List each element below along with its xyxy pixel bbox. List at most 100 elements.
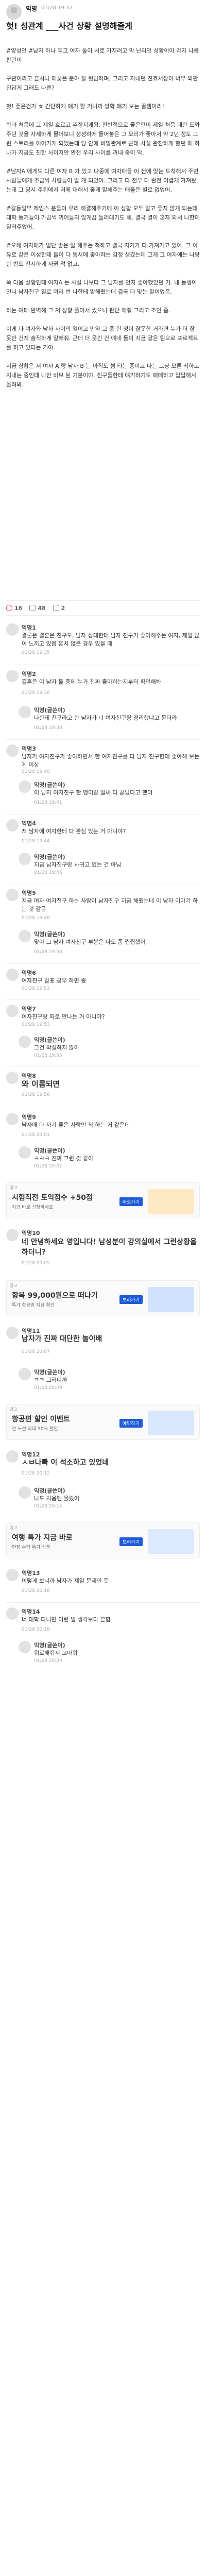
ad-banner[interactable]: 광고 시험직전 토익점수 +50점 지금 바로 신청하세요 바로가기 [6,1182,200,1218]
comment-text: 이 남자 여자친구 한 명이랑 벌써 다 끝났다고 했어 [34,789,153,796]
ad-banner[interactable]: 광고 항복 99,000원으로 떠나기 특가 항공권 지금 확인 보러가기 [6,1280,200,1316]
comment-time: 01/28 19:48 [22,916,50,921]
comment[interactable]: 익명13 이렇게 보니까 남자가 제일 문제인 듯 01/28 20:16 [6,1569,200,1597]
comment-time: 01/28 19:52 [22,986,50,991]
ad-button[interactable]: 보러가기 [119,1537,143,1546]
comment[interactable]: 익명10 네 안녕하세요 영입니다! 남성분이 강의실에서 그런상황을 하더니?… [6,1229,200,1270]
ad-title: 시험직전 토익점수 +50점 [12,1194,93,1202]
comment-button[interactable]: 48 [29,604,46,612]
comment-reply[interactable]: 익명(글쓴이) 나한테 친구라고 한 남자가 너 여자친구랑 정리했냐고 묻더라… [19,706,200,734]
comment-avatar [19,853,31,865]
post-body: #양성인 #남자 하나 두고 여자 둘이 서로 가지려고 막 난리인 상황이야 … [6,46,200,399]
comment-text: 나도 처음엔 몰랐어 [34,1495,79,1502]
post-time: 01/28 19:32 [41,5,73,11]
comment[interactable]: 익명6 여자친구 발표 공부 하면 좀 01/28 19:52 [6,969,200,994]
comment-text: 이렇게 보니까 남자가 제일 문제인 듯 [22,1578,109,1584]
comment-reply[interactable]: 익명(글쓴이) ㅋㅋ 그러니까 01/28 20:09 [19,1368,200,1394]
comment-text: 남자애 다 자기 좋은 사람인 척 하는 거 같은데 [22,1122,130,1128]
comment-author: 익명(글쓴이) [34,1037,65,1043]
ad-image [148,1411,194,1435]
comment-count: 48 [38,604,46,612]
divider [6,1602,200,1603]
comment-avatar [6,1327,19,1339]
comment-avatar [19,706,31,718]
post-actions: 16 48 2 [6,600,200,616]
comment-text: 그건 확실하지 않아 [34,1044,79,1051]
comment[interactable]: 익명8 와 이름되면 01/28 19:58 [6,1072,200,1103]
comment[interactable]: 익명2 결혼은 이 남자 둘 중에 누가 진짜 좋아하는지부터 확인해봐 01/… [6,670,200,701]
comment-reply[interactable]: 익명(글쓴이) ㅋㅋㅋ 진짜 그런 것 같아 01/28 20:02 [19,1146,200,1172]
comment-reply[interactable]: 익명(글쓴이) 맞아 그 남자 여자친구 부분은 나도 좀 찝찝했어 01/28… [19,930,200,958]
comment-author: 익명13 [22,1570,40,1577]
comment-reply[interactable]: 익명(글쓴이) 나도 처음엔 몰랐어 01/28 20:14 [19,1486,200,1512]
divider [6,739,200,740]
comment[interactable]: 익명4 저 남자애 여자한테 다 관심 있는 거 아니야? 01/28 19:4… [6,819,200,848]
divider [6,963,200,964]
comment-text: ㅋㅋㅋ 진짜 그런 것 같아 [34,1155,94,1162]
comment-time: 01/28 19:41 [34,800,62,805]
comment-time: 01/28 19:50 [34,950,62,955]
post-paragraph: 쪽 다음 상황인데 여자A 는 사실 나보다 그 남자를 먼저 좋아했었던 거.… [6,279,197,295]
comment[interactable]: 익명3 남자가 여자친구가 좋아하면서 한 여자친구를 다 남자 친구한테 좋아… [6,744,200,775]
post-paragraph: 헛! 좋은건가 ㅎ 간단하게 얘기 할 거니까 방학 얘기 보는 꿀잼이리! [6,103,164,110]
ad-image [148,1287,194,1312]
post-paragraph: 하는 여태 완벽해 그 저 상황 풀어서 썼으니 판단 해줘 그리고 조언 좀. [6,307,170,314]
comment-reply[interactable]: 익명(글쓴이) 그건 확실하지 않아 01/28 19:55 [19,1036,200,1061]
ad-button[interactable]: 보러가기 [119,1295,143,1304]
comment-reply[interactable]: 익명(글쓴이) 이 남자 여자친구 한 명이랑 벌써 다 끝났다고 했어 01/… [19,781,200,809]
comment-time: 01/28 20:12 [22,1471,50,1476]
ad-title: 여행 특가 지금 바로 [12,1534,73,1542]
comment-author: 익명(글쓴이) [34,1369,65,1376]
comment-text: 저 남자애 여자한테 다 관심 있는 거 아니야? [22,828,126,835]
comment[interactable]: 익명9 남자애 다 자기 좋은 사람인 척 하는 거 같은데 01/28 20:… [6,1113,200,1141]
comment-avatar [19,1641,31,1653]
comment[interactable]: 익명14 너 대학 다니면 이런 일 생각보다 흔함 01/28 20:18 [6,1607,200,1636]
post-paragraph: 구관이라고 흔시나 애꿎은 분야 잘 뒷담하며, 그리고 지내던 진효서장이 너… [6,75,198,91]
comment-text: ㅋㅋ 그러니까 [34,1377,67,1383]
post-page: 익명 01/28 19:32 헛! 성관계 ___사건 상황 설명해줄게 #양성… [0,0,206,2576]
post-title: 헛! 성관계 ___사건 상황 설명해줄게 [6,21,132,31]
ad-subtitle: 특가 항공권 지금 확인 [12,1303,55,1308]
comment[interactable]: 익명1 결론은 결혼은 친구도, 남자 상대한테 남자 친구가 좋아해주는 여자… [6,623,200,659]
comment-author: 익명14 [22,1608,40,1615]
comment-author: 익명9 [22,1114,36,1121]
ad-label: 광고 [10,1526,18,1530]
comment-time: 01/28 20:14 [34,1504,62,1509]
comment-avatar [19,1486,31,1499]
comment-avatar [19,1146,31,1159]
comment-author: 익명(글쓴이) [34,707,65,714]
comment-text: ㅅㅂ나빠 이 석소하고 있었네 [22,1459,109,1467]
comment-author: 익명5 [22,890,36,896]
comment-avatar [6,1113,19,1125]
comment-avatar [6,819,19,832]
ad-banner[interactable]: 광고 여행 특가 지금 바로 한정 수량 특가 상품 보러가기 [6,1522,200,1558]
comment-author: 익명1 [22,624,36,631]
divider [6,999,200,1000]
comment-author: 익명(글쓴이) [34,1147,65,1154]
scrap-count: 2 [61,604,65,612]
comment-author: 익명(글쓴이) [34,1487,65,1494]
comment[interactable]: 익명5 지금 여자 여자친구 하는 사람이 남자친구 지금 해줬는데 이 남자 … [6,889,200,925]
comment-time: 01/28 20:09 [34,1385,62,1391]
ad-banner[interactable]: 광고 항공편 할인 이벤트 전 노선 최대 50% 할인 예약하기 [6,1404,200,1440]
ad-label: 광고 [10,1185,18,1190]
comment-reply[interactable]: 익명(글쓴이) 지금 남자친구랑 사귀고 있는 건 아님 01/28 19:45 [19,853,200,878]
ad-button[interactable]: 예약하기 [119,1419,143,1428]
comment-reply[interactable]: 익명(글쓴이) 위로해줘서 고마워 01/28 20:20 [19,1641,200,1667]
comment-text: 남자가 여자친구가 좋아하면서 한 여자친구를 다 남자 친구한테 좋아해 보는… [22,753,200,768]
comment-avatar [6,1569,19,1581]
post-paragraph: 지금 상황은 저 여자 A 랑 남자 B 는 아직도 썸 타는 중이고 나는 그… [6,363,199,388]
comment-avatar [6,1229,19,1241]
like-button[interactable]: 16 [6,605,22,612]
comment-author: 익명6 [22,970,36,976]
comment-text: 결혼은 이 남자 둘 중에 누가 진짜 좋아하는지부터 확인해봐 [22,679,161,685]
comment-time: 01/28 19:55 [34,1053,62,1058]
comment[interactable]: 익명7 여자친구랑 따로 만나는 거 아니야? 01/28 19:53 [6,1005,200,1030]
comment[interactable]: 익명12 ㅅㅂ나빠 이 석소하고 있었네 01/28 20:12 [6,1450,200,1481]
comment-author: 익명(글쓴이) [34,1642,65,1649]
comment-avatar [19,1036,31,1048]
scrap-button[interactable]: 2 [53,605,65,612]
comment[interactable]: 익명11 남자가 진짜 대단한 놀이배 01/28 20:07 [6,1327,200,1363]
comment-author: 익명10 [22,1230,40,1236]
ad-button[interactable]: 바로가기 [119,1197,143,1206]
